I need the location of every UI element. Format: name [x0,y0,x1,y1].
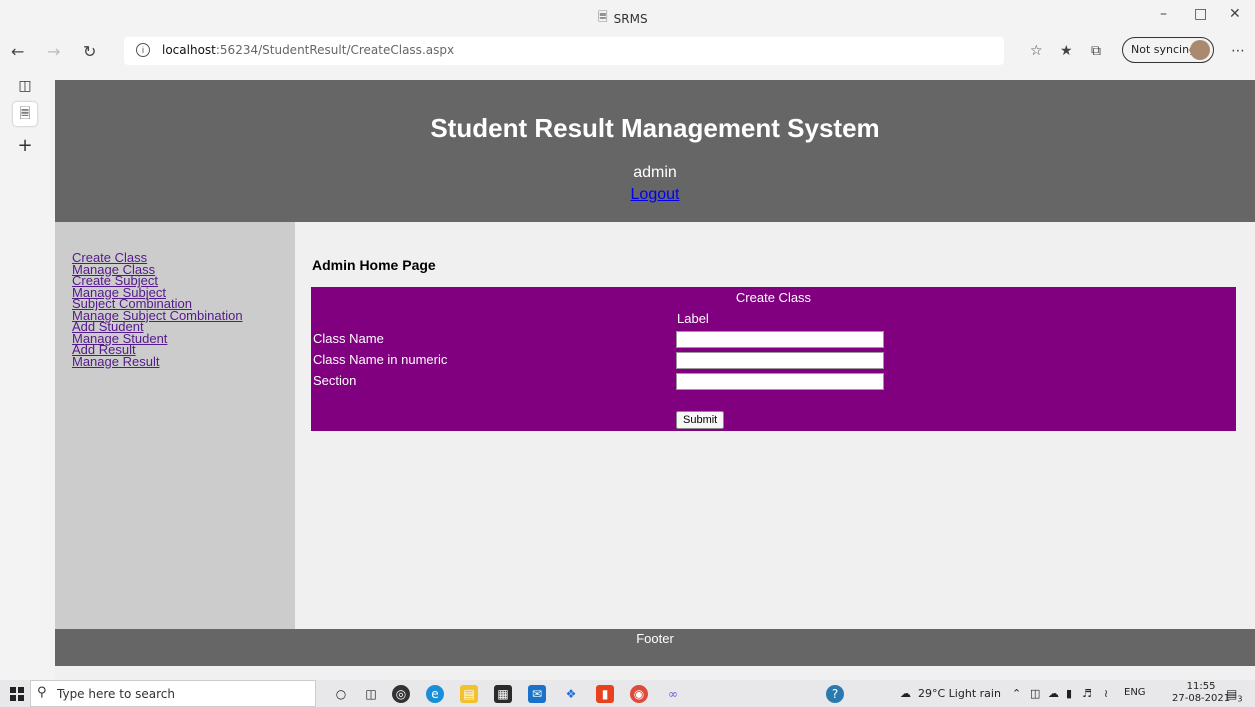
form-status-label: Label [677,311,709,326]
app-title: Student Result Management System [430,113,880,143]
clock[interactable]: 11:55 27-08-2021 [1172,681,1230,705]
sidebar-item-manage-result[interactable]: Manage Result [72,355,295,367]
notification-count: 3 [1237,694,1243,704]
document-icon: 🗏 [598,10,608,24]
section-input[interactable] [676,373,884,390]
chevron-up-icon[interactable]: ⌃ [1012,687,1021,700]
weather-text[interactable]: 29°C Light rain [918,687,1001,700]
notification-icon[interactable]: ▤3 [1226,687,1242,703]
close-icon[interactable]: ✕ [1229,6,1241,22]
profile-sync-button[interactable]: Not syncing [1122,37,1214,63]
username: admin [633,164,677,181]
search-icon: ⚲ [37,685,47,700]
task-view-icon[interactable]: ◫ [362,685,380,703]
main-content: Admin Home Page Create Class Label Class… [295,222,1255,629]
window-title: 🗏 SRMS [598,8,648,29]
browser-title-bar: 🗏 SRMS – □ ✕ [0,0,1255,32]
new-tab-icon[interactable]: + [13,134,37,158]
store-icon[interactable]: ▦ [494,685,512,703]
system-tray-icon[interactable]: ◫ [1030,687,1040,700]
file-explorer-icon[interactable]: ▤ [460,685,478,703]
battery-icon[interactable]: ▮ [1066,687,1072,700]
vertical-tabs-panel: ◫ 🗏 + [0,72,48,680]
logout-link[interactable]: Logout [55,186,1255,204]
chrome-icon[interactable]: ◉ [630,685,648,703]
volume-icon[interactable]: ♬ [1082,687,1092,700]
taskbar: ⚲ Type here to search ○ ◫ ◎ e ▤ ▦ ✉ ❖ ▮ … [0,680,1255,707]
form-title: Create Class [735,290,812,305]
site-info-icon[interactable]: i [136,43,150,57]
refresh-icon[interactable]: ↻ [83,42,96,61]
add-favorite-icon[interactable]: ☆ [1030,43,1043,59]
web-page: Student Result Management System admin L… [55,80,1255,680]
search-placeholder: Type here to search [57,687,175,701]
tab-actions-icon[interactable]: ◫ [13,74,37,98]
clock-time: 11:55 [1186,681,1216,692]
class-numeric-input[interactable] [676,352,884,369]
active-tab-page-icon[interactable]: 🗏 [13,102,37,126]
edge-browser-icon[interactable]: e [426,685,444,703]
language-indicator[interactable]: ENG [1124,687,1146,698]
clock-date: 27-08-2021 [1172,693,1231,704]
browser-toolbar: ← → ↻ i localhost:56234/StudentResult/Cr… [0,32,1255,72]
favorites-icon[interactable]: ★ [1060,43,1073,59]
page-header: Student Result Management System admin L… [55,80,1255,222]
onedrive-icon[interactable]: ☁ [1048,687,1059,700]
class-numeric-label: Class Name in numeric [313,352,448,367]
maximize-icon[interactable]: □ [1194,6,1207,22]
app-icon[interactable]: ◎ [392,685,410,703]
dropbox-icon[interactable]: ❖ [562,685,580,703]
avatar [1190,40,1210,60]
forward-arrow-icon[interactable]: → [47,42,60,61]
minimize-icon[interactable]: – [1160,6,1167,22]
page-footer: Footer [55,629,1255,666]
url-host: localhost [162,43,216,57]
office-icon[interactable]: ▮ [596,685,614,703]
collections-icon[interactable]: ⧉ [1091,43,1101,59]
url-path: :56234/StudentResult/CreateClass.aspx [215,43,455,57]
url-text[interactable]: localhost:56234/StudentResult/CreateClas… [162,43,454,57]
mail-icon[interactable]: ✉ [528,685,546,703]
cortana-icon[interactable]: ○ [332,685,350,703]
submit-button[interactable]: Submit [676,411,725,429]
page-heading: Admin Home Page [312,257,436,273]
class-name-input[interactable] [676,331,884,348]
address-bar[interactable]: i localhost:56234/StudentResult/CreateCl… [124,37,1004,65]
wifi-icon[interactable]: ≀ [1104,687,1108,700]
window-title-text: SRMS [613,11,648,26]
help-app-icon[interactable]: ? [826,685,844,703]
more-options-icon[interactable]: ⋯ [1231,43,1245,59]
class-name-label: Class Name [313,331,384,346]
section-label: Section [313,373,357,388]
windows-start-icon[interactable] [10,687,24,701]
cloud-weather-icon: ☁ [900,687,911,700]
sync-label: Not syncing [1131,43,1197,56]
taskbar-search-box[interactable]: ⚲ Type here to search [30,680,316,707]
link-app-icon[interactable]: ∞ [664,685,682,703]
create-class-form: Create Class Label Class Name Class Name… [311,287,1236,431]
back-arrow-icon[interactable]: ← [11,42,24,61]
sidebar-nav: Create Class Manage Class Create Subject… [55,222,295,629]
